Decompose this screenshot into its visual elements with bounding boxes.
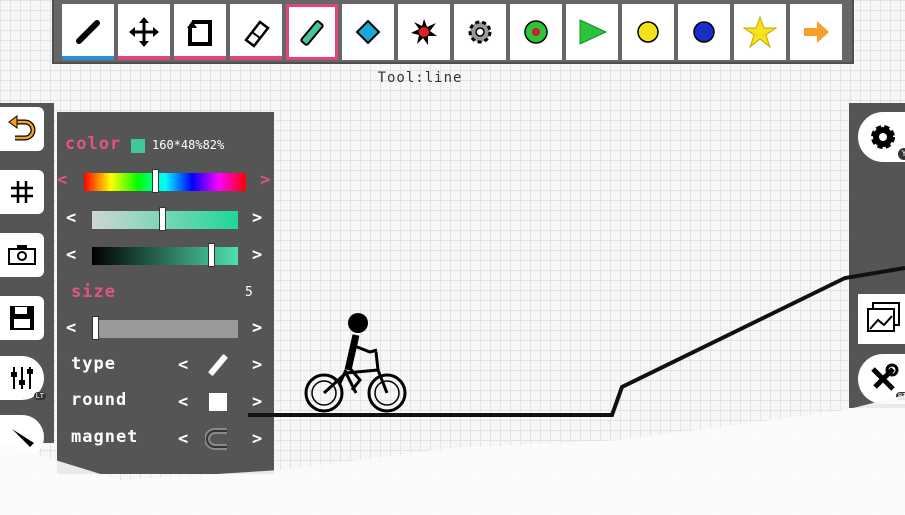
- bike-rider: [304, 334, 407, 413]
- track-canvas[interactable]: [0, 0, 905, 515]
- rider-head: [348, 313, 368, 333]
- track-line: [248, 266, 905, 417]
